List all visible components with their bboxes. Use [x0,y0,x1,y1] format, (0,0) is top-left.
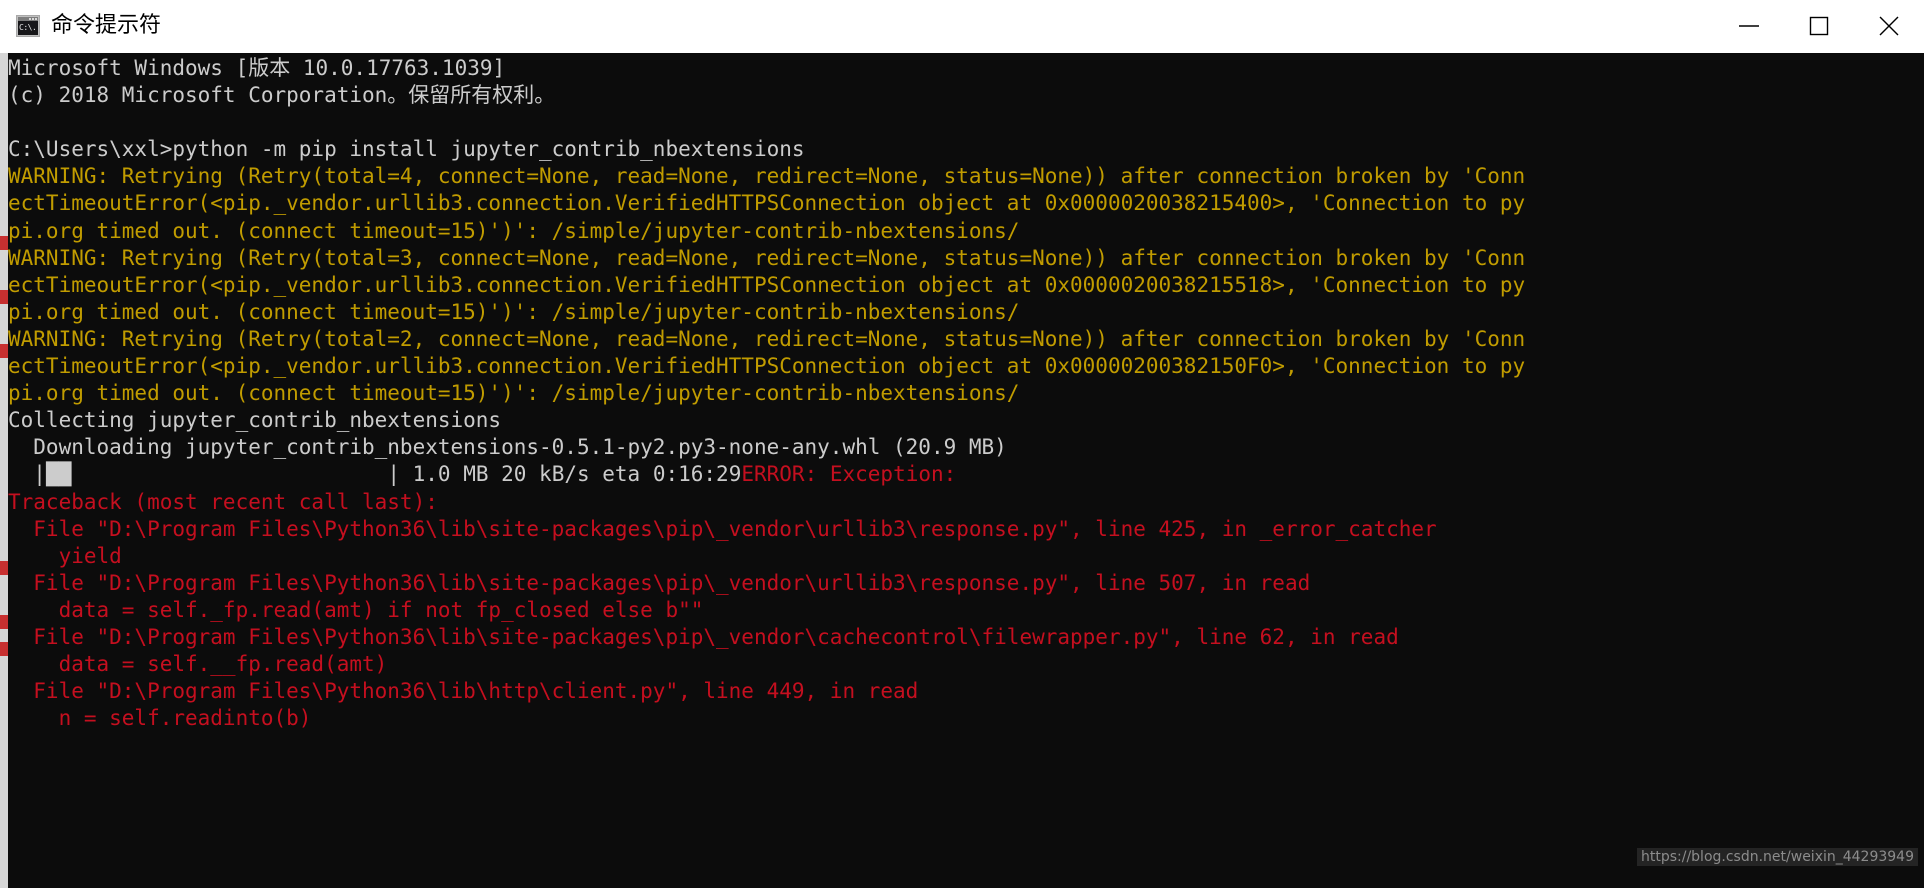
terminal-line: pi.org timed out. (connect timeout=15)')… [8,299,1924,326]
terminal-line-text: File "D:\Program Files\Python36\lib\site… [8,570,1311,595]
terminal-line: yield [8,543,1924,570]
terminal-line: WARNING: Retrying (Retry(total=4, connec… [8,163,1924,190]
terminal-line: Traceback (most recent call last): [8,489,1924,516]
window-titlebar[interactable]: C:\. 命令提示符 [0,0,1924,53]
terminal-line: WARNING: Retrying (Retry(total=3, connec… [8,245,1924,272]
edge-marker [0,615,8,629]
terminal-line-text: ectTimeoutError(<pip._vendor.urllib3.con… [8,272,1526,297]
terminal-line-text: n = self.readinto(b) [8,706,312,731]
terminal-line: WARNING: Retrying (Retry(total=2, connec… [8,326,1924,353]
terminal-output[interactable]: Microsoft Windows [版本 10.0.17763.1039] (c… [8,53,1924,888]
window-controls [1714,0,1924,52]
terminal-line-text: Traceback (most recent call last): [8,489,438,514]
close-button[interactable] [1854,0,1924,52]
progress-stats: 1.0 MB 20 kB/s eta 0:16:29 [399,462,742,487]
terminal-line: ectTimeoutError(<pip._vendor.urllib3.con… [8,272,1924,299]
watermark: https://blog.csdn.net/weixin_44293949 [1636,848,1918,866]
progress-bar-close: | [387,462,400,487]
terminal-line-text: pi.org timed out. (connect timeout=15)')… [8,218,1020,243]
terminal-line-text: WARNING: Retrying (Retry(total=4, connec… [8,164,1526,189]
maximize-button[interactable] [1784,0,1854,52]
terminal-line: ectTimeoutError(<pip._vendor.urllib3.con… [8,353,1924,380]
terminal-line-text: Collecting jupyter_contrib_nbextensions [8,408,502,433]
terminal-line: File "D:\Program Files\Python36\lib\site… [8,516,1924,543]
terminal-line: data = self.__fp.read(amt) [8,651,1924,678]
terminal-line: Microsoft Windows [版本 10.0.17763.1039] [8,55,1924,82]
terminal-line: data = self._fp.read(amt) if not fp_clos… [8,597,1924,624]
terminal-line: Collecting jupyter_contrib_nbextensions [8,407,1924,434]
terminal-line: C:\Users\xxl>python -m pip install jupyt… [8,136,1924,163]
progress-bar-empty [71,462,387,486]
terminal-line-text: WARNING: Retrying (Retry(total=2, connec… [8,326,1526,351]
terminal-line-text: data = self._fp.read(amt) if not fp_clos… [8,597,704,622]
command-prompt-window: C:\. 命令提示符 Microsoft Windows [版本 10.0.17… [0,0,1924,888]
terminal-line-text: (c) 2018 Microsoft Corporation。保留所有权利。 [8,83,556,108]
terminal-line: File "D:\Program Files\Python36\lib\site… [8,570,1924,597]
terminal-line-text: pi.org timed out. (connect timeout=15)')… [8,381,1020,406]
terminal-line: Downloading jupyter_contrib_nbextensions… [8,434,1924,461]
terminal-line: pi.org timed out. (connect timeout=15)')… [8,218,1924,245]
download-progress-line: |██ | 1.0 MB 20 kB/s eta 0:16:29ERROR: E… [8,461,1924,488]
terminal-line: pi.org timed out. (connect timeout=15)')… [8,380,1924,407]
error-exception-label: ERROR: Exception: [741,462,957,487]
edge-marker [0,642,8,656]
progress-bar-open: | [33,462,46,487]
edge-marker [0,561,8,575]
terminal-line-text: ectTimeoutError(<pip._vendor.urllib3.con… [8,354,1526,379]
terminal-line-text [8,110,21,134]
terminal-line-text: pi.org timed out. (connect timeout=15)')… [8,299,1020,324]
minimize-button[interactable] [1714,0,1784,52]
edge-marker [0,290,8,304]
terminal-line: File "D:\Program Files\Python36\lib\http… [8,678,1924,705]
terminal-line [8,109,1924,136]
terminal-line: n = self.readinto(b) [8,705,1924,732]
terminal-line-text: yield [8,543,122,568]
terminal-line-text: WARNING: Retrying (Retry(total=3, connec… [8,245,1526,270]
terminal-line: ectTimeoutError(<pip._vendor.urllib3.con… [8,190,1924,217]
terminal-line: File "D:\Program Files\Python36\lib\site… [8,624,1924,651]
terminal-area[interactable]: Microsoft Windows [版本 10.0.17763.1039] (c… [0,53,1924,888]
titlebar-left-group: C:\. 命令提示符 [0,15,161,37]
terminal-line-text: Downloading jupyter_contrib_nbextensions… [8,435,1007,460]
terminal-line-text: File "D:\Program Files\Python36\lib\site… [8,516,1437,541]
terminal-line-text: C:\Users\xxl>python -m pip install jupyt… [8,137,805,162]
window-title: 命令提示符 [51,13,162,38]
edge-marker [0,344,8,358]
terminal-line-text: Microsoft Windows [版本 10.0.17763.1039] [8,56,506,80]
terminal-line-text: data = self.__fp.read(amt) [8,652,388,677]
terminal-line-text: File "D:\Program Files\Python36\lib\http… [8,679,919,704]
edge-marker [0,236,8,250]
terminal-line: (c) 2018 Microsoft Corporation。保留所有权利。 [8,82,1924,109]
cmd-icon: C:\. [16,15,40,37]
cmd-icon-prompt-glyph: C:\. [18,21,38,35]
window-left-edge [0,53,8,888]
terminal-line-text: ectTimeoutError(<pip._vendor.urllib3.con… [8,191,1526,216]
terminal-line-text: File "D:\Program Files\Python36\lib\site… [8,624,1399,649]
progress-bar-fill: ██ [45,462,72,487]
progress-indent [8,462,33,486]
